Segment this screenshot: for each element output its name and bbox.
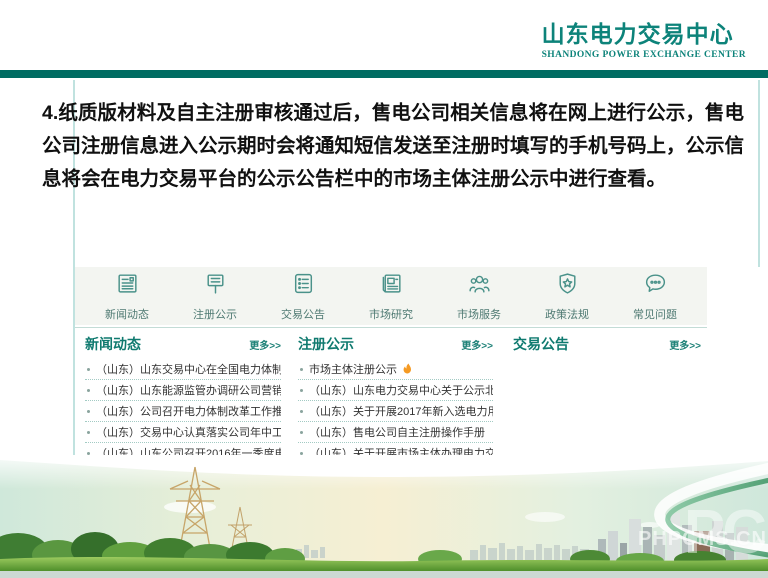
column-news: 新闻动态 更多>> （山东）山东交易中心在全国电力体制改革座谈会上 （山东）山东… — [75, 334, 293, 464]
scenery-illustration — [0, 455, 768, 578]
chat-icon — [643, 271, 668, 301]
bullet-dot — [300, 431, 303, 434]
bullet-dot — [87, 368, 90, 371]
list-item[interactable]: （山东）山东交易中心在全国电力体制改革座谈会上 — [85, 359, 281, 380]
body-paragraph: 4.纸质版材料及自主注册审核通过后，售电公司相关信息将在网上进行公示，售电公司注… — [42, 97, 744, 196]
more-link[interactable]: 更多>> — [249, 337, 281, 352]
portal-screenshot: 新闻动态 注册公示 交易公告 市场研究 市场服务 政策法规 — [75, 267, 760, 459]
bullet-dot — [87, 431, 90, 434]
list-icon — [291, 271, 316, 301]
nav-item-announcement[interactable]: 交易公告 — [260, 271, 346, 322]
list-item[interactable]: （山东）交易中心认真落实公司年中工作会议精神 — [85, 422, 281, 443]
nav-label: 交易公告 — [281, 306, 325, 322]
portal-nav: 新闻动态 注册公示 交易公告 市场研究 市场服务 政策法规 — [75, 267, 707, 325]
column-register: 注册公示 更多>> 市场主体注册公示 （山东）山东电力交易中心关于公示北京电力交… — [293, 334, 505, 464]
nav-item-register[interactable]: 注册公示 — [172, 271, 258, 322]
nav-label: 市场服务 — [457, 306, 501, 322]
nav-item-research[interactable]: 市场研究 — [348, 271, 434, 322]
shield-star-icon — [555, 271, 580, 301]
logo: 山东电力交易中心 SHANDONG POWER EXCHANGE CENTER — [542, 21, 746, 60]
bullet-dot — [300, 368, 303, 371]
bullet-dot — [300, 389, 303, 392]
people-icon — [467, 271, 492, 301]
list-item[interactable]: （山东）售电公司自主注册操作手册 — [298, 422, 493, 443]
nav-label: 市场研究 — [369, 306, 413, 322]
nav-item-news[interactable]: 新闻动态 — [84, 271, 170, 322]
portal-columns: 新闻动态 更多>> （山东）山东交易中心在全国电力体制改革座谈会上 （山东）山东… — [75, 327, 707, 464]
signpost-icon — [203, 271, 228, 301]
nav-label: 常见问题 — [633, 306, 677, 322]
nav-item-policy[interactable]: 政策法规 — [524, 271, 610, 322]
nav-label: 政策法规 — [545, 306, 589, 322]
list-item[interactable]: （山东）关于开展2017年新入选电力用户进行电力交 — [298, 401, 493, 422]
nav-item-faq[interactable]: 常见问题 — [612, 271, 698, 322]
bullet-dot — [87, 410, 90, 413]
slide-root: 山东电力交易中心 SHANDONG POWER EXCHANGE CENTER … — [0, 0, 768, 578]
list-item[interactable]: 市场主体注册公示 — [298, 359, 493, 380]
footer-scenery: PC PHPCMS.CN — [0, 455, 768, 578]
more-link[interactable]: 更多>> — [669, 337, 701, 352]
header-divider-bar — [0, 70, 768, 78]
list-item[interactable]: （山东）山东能源监管办调研公司营销工作 — [85, 380, 281, 401]
more-link[interactable]: 更多>> — [461, 337, 493, 352]
news-icon — [115, 271, 140, 301]
bullet-dot — [87, 389, 90, 392]
bullet-dot — [300, 410, 303, 413]
logo-subtitle: SHANDONG POWER EXCHANGE CENTER — [542, 50, 746, 60]
column-title: 交易公告 — [513, 334, 569, 354]
list-item[interactable]: （山东）公司召开电力体制改革工作推进会 — [85, 401, 281, 422]
research-icon — [379, 271, 404, 301]
column-title: 新闻动态 — [85, 334, 141, 354]
column-title: 注册公示 — [298, 334, 354, 354]
watermark-text: PHPCMS.CN — [638, 528, 767, 551]
list-item[interactable]: （山东）山东电力交易中心关于公示北京电力交易中 — [298, 380, 493, 401]
nav-item-service[interactable]: 市场服务 — [436, 271, 522, 322]
nav-label: 注册公示 — [193, 306, 237, 322]
column-trade: 交易公告 更多>> — [505, 334, 705, 464]
nav-label: 新闻动态 — [105, 306, 149, 322]
hot-flame-icon — [402, 363, 413, 375]
logo-title: 山东电力交易中心 — [542, 21, 746, 47]
